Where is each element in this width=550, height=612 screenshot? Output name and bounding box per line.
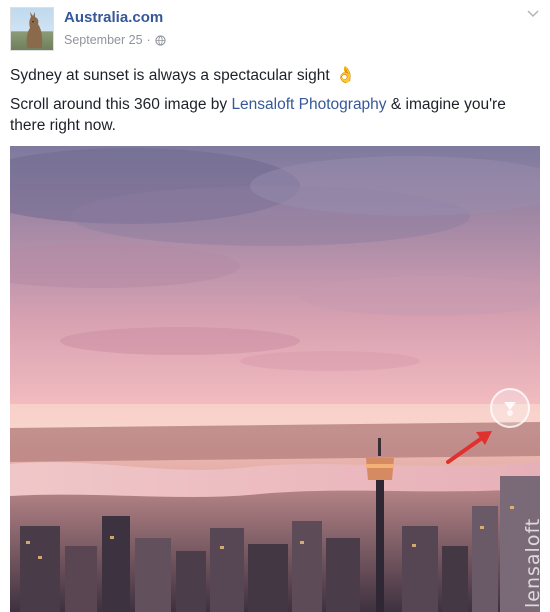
post-meta: September 25 ·	[64, 33, 166, 47]
chevron-down-icon[interactable]	[526, 8, 540, 20]
body-prefix: Scroll around this 360 image by	[10, 96, 232, 113]
sydney-sunset-image	[10, 146, 540, 612]
post-360-photo[interactable]: lensaloft	[10, 146, 540, 612]
compass-icon	[504, 402, 516, 416]
facebook-post: Australia.com September 25 · Sydney at s…	[0, 0, 550, 612]
lensaloft-watermark: lensaloft	[522, 517, 540, 608]
post-text-line1: Sydney at sunset is always a spectacular…	[10, 66, 356, 86]
page-name-link[interactable]: Australia.com	[64, 9, 163, 26]
lensaloft-link[interactable]: Lensaloft Photography	[231, 96, 386, 113]
post-text-body: Scroll around this 360 image by Lensalof…	[10, 94, 535, 136]
meta-separator: ·	[146, 33, 151, 47]
globe-icon[interactable]	[155, 34, 166, 46]
360-viewer-icon[interactable]	[490, 388, 530, 428]
page-avatar[interactable]	[10, 7, 54, 51]
kangaroo-icon	[26, 12, 43, 48]
ok-hand-emoji-icon: 👌	[335, 67, 356, 84]
post-date[interactable]: September 25	[64, 33, 143, 47]
post-text-sentence: Sydney at sunset is always a spectacular…	[10, 67, 330, 84]
